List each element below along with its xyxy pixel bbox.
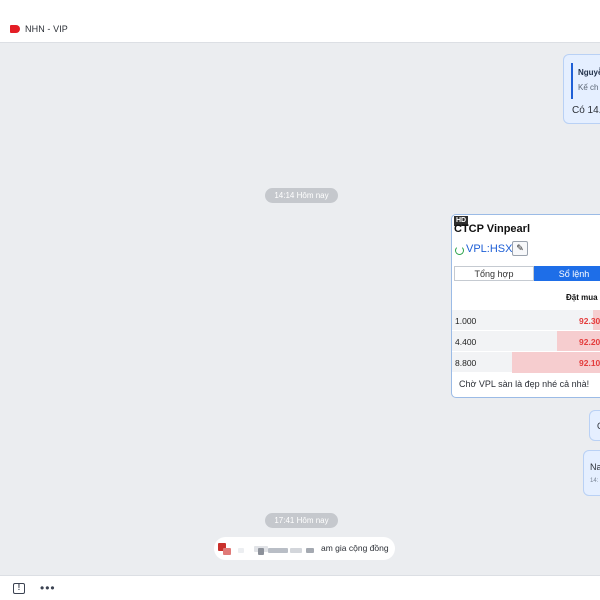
quote-author: Nguyễ bbox=[578, 68, 600, 77]
pencil-icon: ✎ bbox=[516, 243, 524, 253]
more-icon[interactable]: ••• bbox=[40, 581, 56, 595]
order-price: 92.10 bbox=[579, 358, 600, 368]
tag-icon bbox=[10, 25, 20, 33]
order-row: 1.000 92.30 bbox=[452, 309, 600, 331]
blurred-name bbox=[290, 548, 302, 553]
message-bubble[interactable]: Na 14: bbox=[583, 450, 600, 496]
order-price: 92.30 bbox=[579, 316, 600, 326]
timestamp-divider: 14:14 Hôm nay bbox=[265, 188, 338, 203]
refresh-icon[interactable] bbox=[455, 246, 464, 255]
quote-text: Kế ch bbox=[578, 83, 599, 92]
tab-summary[interactable]: Tổng hợp bbox=[454, 266, 534, 281]
chat-title[interactable]: NHN - VIP bbox=[25, 24, 68, 34]
stock-card[interactable]: HD CTCP Vinpearl VPL:HSX ✎ Tổng hợp Sổ l… bbox=[451, 214, 600, 398]
stock-ticker-link[interactable]: VPL:HSX bbox=[466, 243, 512, 255]
chat-header: NHN - VIP bbox=[0, 0, 600, 43]
quoted-message[interactable]: Nguyễ Kế ch bbox=[571, 63, 600, 99]
order-row: 8.800 92.10 bbox=[452, 351, 600, 373]
order-price: 92.20 bbox=[579, 337, 600, 347]
stock-title: CTCP Vinpearl bbox=[454, 223, 531, 235]
reply-message[interactable]: Nguyễ Kế ch Có 14.x bbox=[563, 54, 600, 124]
order-qty: 4.400 bbox=[455, 337, 477, 347]
message-bubble[interactable]: C bbox=[589, 410, 600, 441]
blurred-name bbox=[238, 548, 244, 553]
message-icon[interactable]: ! bbox=[13, 583, 25, 594]
system-message[interactable]: am gia cộng đồng bbox=[214, 537, 395, 560]
tab-orderbook[interactable]: Sổ lệnh bbox=[534, 266, 600, 281]
message-text: am gia cộng đồng bbox=[321, 543, 389, 553]
order-qty: 8.800 bbox=[455, 358, 477, 368]
message-text: Có 14.x bbox=[572, 105, 600, 116]
blurred-name bbox=[306, 548, 314, 553]
edit-button[interactable]: ✎ bbox=[512, 241, 528, 256]
stock-caption: Chờ VPL sàn là đẹp nhé cả nhà! bbox=[459, 379, 590, 389]
order-row: 4.400 92.20 bbox=[452, 330, 600, 352]
blurred-name bbox=[268, 548, 288, 553]
bid-column-header: Đặt mua bbox=[566, 293, 598, 302]
order-qty: 1.000 bbox=[455, 316, 477, 326]
blurred-avatar bbox=[223, 548, 231, 555]
message-text: Na bbox=[590, 462, 600, 472]
message-time: 14: bbox=[590, 478, 599, 484]
blurred-name bbox=[258, 548, 264, 555]
timestamp-divider: 17:41 Hôm nay bbox=[265, 513, 338, 528]
chat-footer: ! ••• bbox=[0, 575, 600, 600]
